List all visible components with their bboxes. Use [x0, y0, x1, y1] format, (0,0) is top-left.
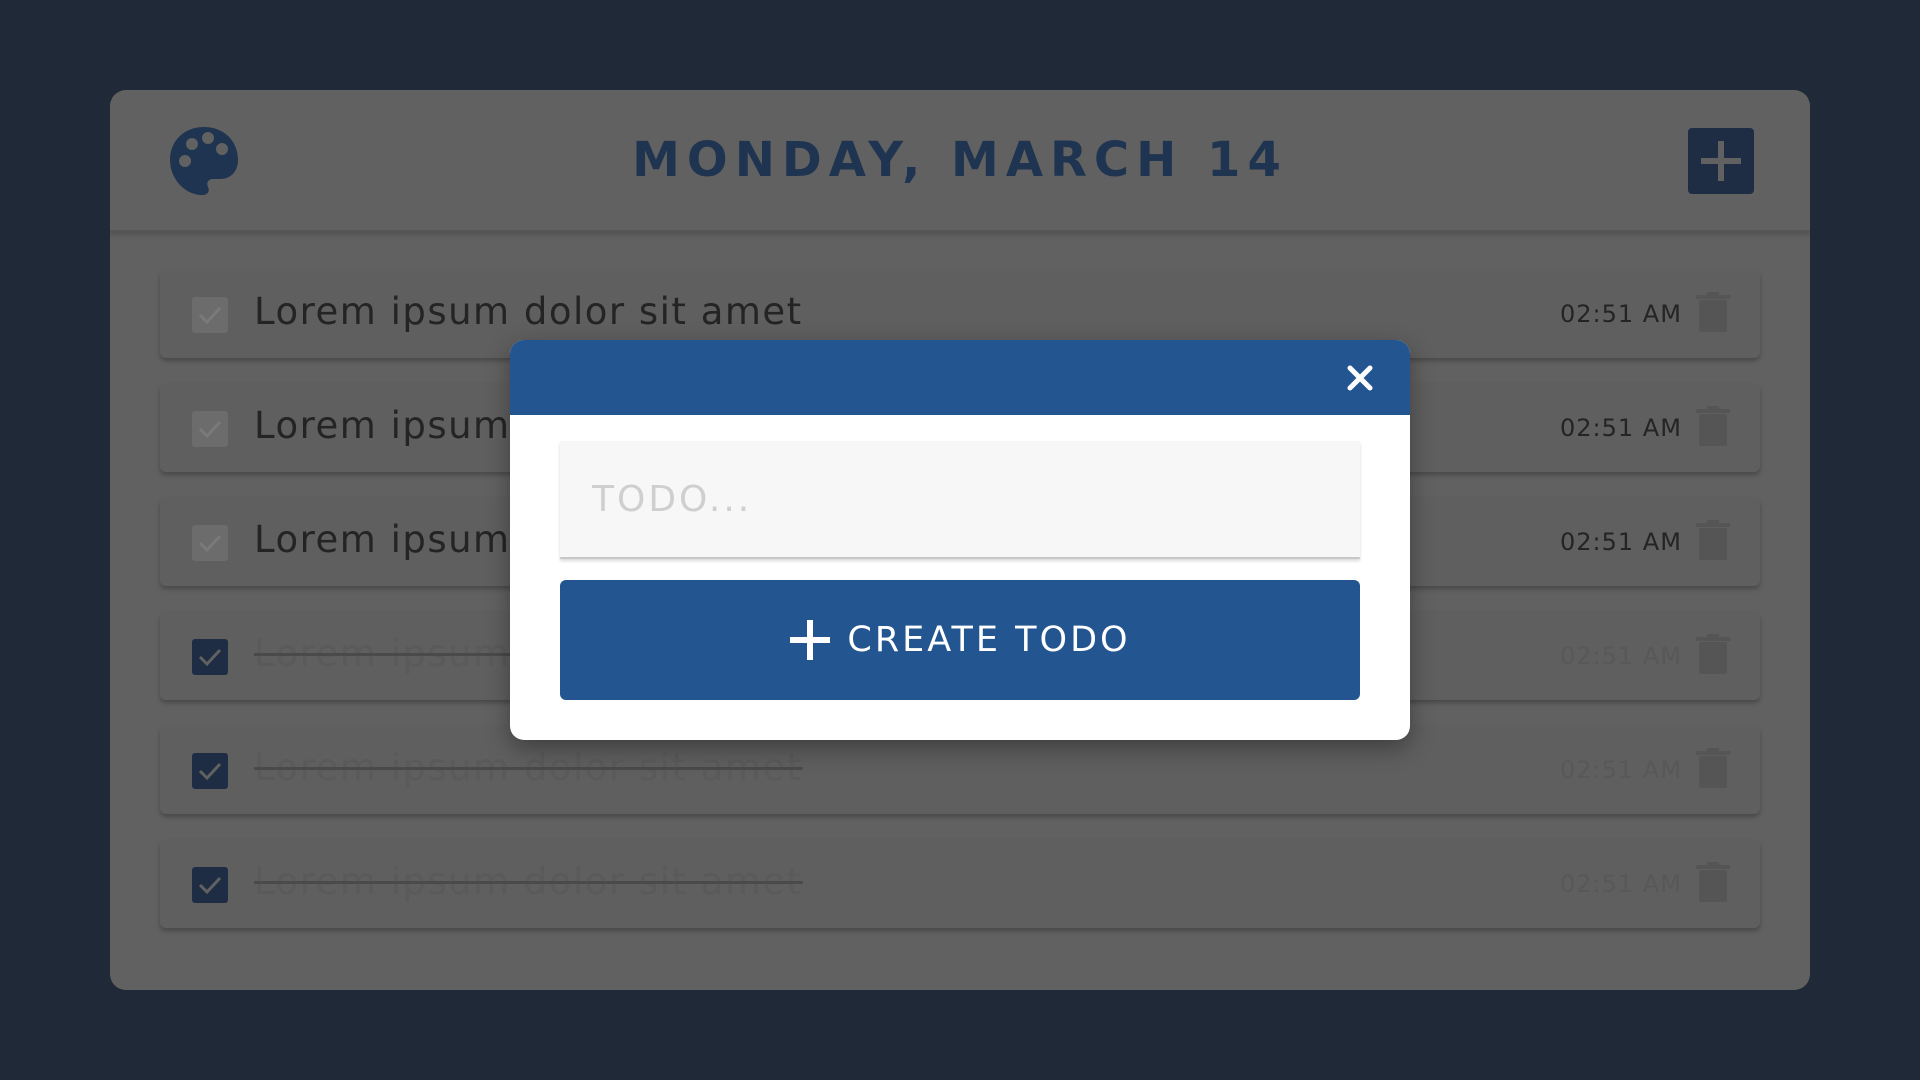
- todo-item: Lorem ipsum dolor sit amet 02:51 AM: [160, 840, 1760, 928]
- check-icon: [198, 876, 222, 895]
- todo-time: 02:51 AM: [1560, 756, 1682, 784]
- todo-time: 02:51 AM: [1560, 870, 1682, 898]
- todo-time: 02:51 AM: [1560, 528, 1682, 556]
- create-todo-label: CREATE TODO: [847, 620, 1131, 660]
- check-icon: [198, 648, 222, 667]
- todo-time: 02:51 AM: [1560, 642, 1682, 670]
- create-todo-modal: CREATE TODO: [510, 340, 1410, 740]
- trash-icon[interactable]: [1696, 748, 1730, 788]
- todo-checkbox[interactable]: [192, 639, 228, 675]
- app-header: MONDAY, MARCH 14: [110, 90, 1810, 233]
- todo-checkbox[interactable]: [192, 867, 228, 903]
- todo-text: Lorem ipsum dolor sit amet: [254, 746, 803, 789]
- create-todo-button[interactable]: CREATE TODO: [560, 580, 1360, 700]
- check-icon: [198, 762, 222, 781]
- modal-header: [510, 340, 1410, 415]
- todo-time: 02:51 AM: [1560, 300, 1682, 328]
- check-icon: [198, 306, 222, 325]
- trash-icon[interactable]: [1696, 862, 1730, 902]
- trash-icon[interactable]: [1696, 406, 1730, 446]
- todo-checkbox[interactable]: [192, 525, 228, 561]
- plus-icon: [1701, 141, 1741, 181]
- trash-icon[interactable]: [1696, 634, 1730, 674]
- todo-time: 02:51 AM: [1560, 414, 1682, 442]
- todo-text: Lorem ipsum dolor sit amet: [254, 860, 803, 903]
- plus-icon: [790, 620, 831, 660]
- todo-input[interactable]: [560, 441, 1360, 559]
- trash-icon[interactable]: [1696, 520, 1730, 560]
- add-todo-button[interactable]: [1688, 128, 1754, 194]
- page-title: MONDAY, MARCH 14: [632, 132, 1288, 188]
- todo-checkbox[interactable]: [192, 297, 228, 333]
- check-icon: [198, 534, 222, 553]
- todo-checkbox[interactable]: [192, 753, 228, 789]
- todo-checkbox[interactable]: [192, 411, 228, 447]
- trash-icon[interactable]: [1696, 292, 1730, 332]
- todo-text: Lorem ipsum dolor sit amet: [254, 290, 803, 333]
- close-icon[interactable]: [1340, 358, 1380, 398]
- check-icon: [198, 420, 222, 439]
